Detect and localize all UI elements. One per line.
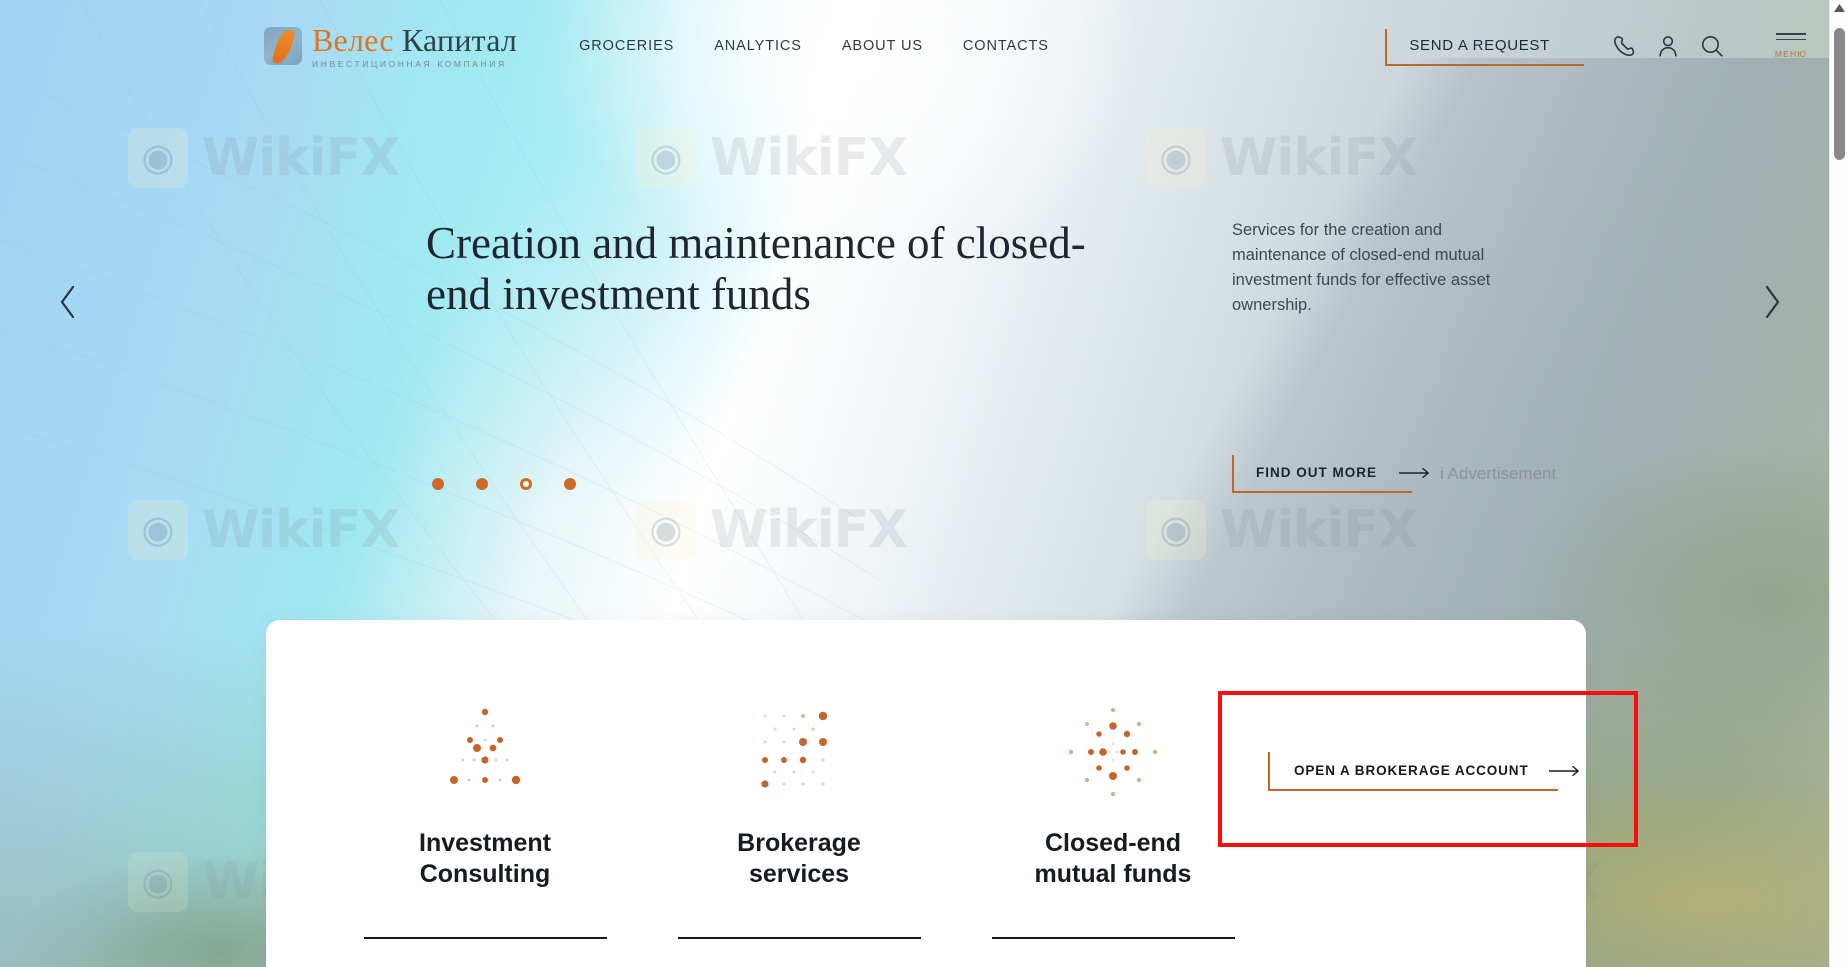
brand-name-second: Капитал	[401, 21, 518, 58]
carousel-next-button[interactable]	[1752, 282, 1792, 322]
hero-cta-row: FIND OUT MORE i Advertisement	[1232, 455, 1556, 493]
send-request-button[interactable]: SEND A REQUEST	[1385, 27, 1584, 66]
find-out-more-button[interactable]: FIND OUT MORE	[1232, 455, 1429, 493]
menu-bar	[1776, 38, 1806, 41]
site-header: Велес Капитал ИНВЕСТИЦИОННАЯ КОМПАНИЯ GR…	[0, 0, 1848, 92]
service-card-divider	[363, 936, 607, 939]
service-card-title: Brokerage services	[737, 829, 861, 889]
brand-logo-text: Велес Капитал ИНВЕСТИЦИОННАЯ КОМПАНИЯ	[312, 24, 517, 69]
main-navigation: GROCERIES ANALYTICS ABOUT US CONTACTS	[579, 38, 1049, 54]
search-icon[interactable]	[1690, 24, 1734, 68]
scroll-thumb[interactable]	[1834, 28, 1845, 160]
service-card-title: Closed-end mutual funds	[1034, 829, 1192, 889]
starburst-dots-icon	[1065, 704, 1161, 800]
service-card-closed-end-mutual-funds[interactable]: Closed-end mutual funds	[956, 620, 1270, 939]
carousel-dot-1[interactable]	[432, 478, 444, 490]
hero-side-panel: Services for the creation and maintenanc…	[1232, 218, 1532, 318]
scroll-up-arrow-icon[interactable]	[1830, 4, 1848, 12]
header-actions: SEND A REQUEST МЕНЮ	[1385, 24, 1818, 68]
velez-logo-icon	[264, 27, 302, 65]
nav-item-analytics[interactable]: ANALYTICS	[714, 38, 802, 54]
carousel-prev-button[interactable]	[48, 282, 88, 322]
service-card-brokerage-services[interactable]: Brokerage services	[642, 620, 956, 939]
nav-item-about-us[interactable]: ABOUT US	[842, 38, 923, 54]
hamburger-menu-icon[interactable]: МЕНЮ	[1764, 32, 1818, 60]
menu-label: МЕНЮ	[1774, 49, 1808, 60]
find-out-more-label: FIND OUT MORE	[1256, 465, 1377, 480]
advertisement-label: i Advertisement	[1440, 464, 1557, 483]
phone-icon[interactable]	[1602, 24, 1646, 68]
chevron-left-icon	[57, 285, 79, 319]
grid-dots-icon	[751, 704, 847, 800]
chevron-right-icon	[1761, 285, 1783, 319]
service-card-divider	[677, 936, 921, 939]
hero-description: Services for the creation and maintenanc…	[1232, 221, 1491, 315]
triangle-dots-icon	[437, 704, 533, 800]
open-brokerage-account-label: OPEN A BROKERAGE ACCOUNT	[1294, 763, 1529, 778]
nav-item-contacts[interactable]: CONTACTS	[963, 38, 1049, 54]
arrow-right-icon	[1399, 467, 1431, 479]
hero-title: Creation and maintenance of closed-end i…	[426, 218, 1086, 319]
brand-name: Велес Капитал	[312, 24, 517, 56]
service-card-divider	[991, 936, 1235, 939]
services-panel: Investment Consulting Brokerage services…	[266, 620, 1586, 967]
page-scrollbar[interactable]	[1829, 0, 1848, 967]
carousel-dot-3[interactable]	[520, 478, 532, 490]
carousel-dots	[432, 478, 576, 490]
menu-bar	[1776, 32, 1806, 35]
service-card-title: Investment Consulting	[419, 829, 551, 889]
service-card-investment-consulting[interactable]: Investment Consulting	[328, 620, 642, 939]
user-icon[interactable]	[1646, 24, 1690, 68]
carousel-dot-2[interactable]	[476, 478, 488, 490]
carousel-dot-4[interactable]	[564, 478, 576, 490]
brand-subtitle: ИНВЕСТИЦИОННАЯ КОМПАНИЯ	[312, 58, 507, 69]
page-root: ◉ WikiFX ◉ WikiFX ◉ WikiFX ◉ WikiFX ◉ Wi…	[0, 0, 1848, 967]
nav-item-groceries[interactable]: GROCERIES	[579, 38, 674, 54]
open-brokerage-account-button[interactable]: OPEN A BROKERAGE ACCOUNT	[1268, 752, 1579, 791]
arrow-right-icon	[1548, 765, 1581, 777]
brokerage-cta-wrap: OPEN A BROKERAGE ACCOUNT	[1268, 752, 1579, 791]
brand-logo[interactable]: Велес Капитал ИНВЕСТИЦИОННАЯ КОМПАНИЯ	[264, 24, 517, 69]
brand-name-first: Велес	[312, 21, 394, 58]
